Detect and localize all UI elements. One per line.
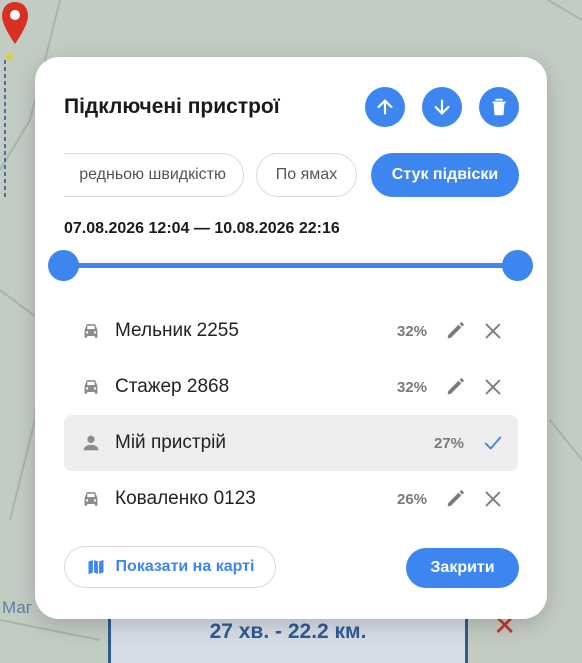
- delete-button[interactable]: [479, 87, 519, 127]
- car-icon: [84, 380, 98, 394]
- checkmark-icon: [484, 436, 502, 450]
- filter-chips[interactable]: редньою швидкістю По ямах Стук підвіски: [64, 153, 520, 199]
- connected-devices-dialog: Підключені пристрої редньою швидкістю По…: [35, 57, 547, 619]
- map-pin-icon[interactable]: [0, 0, 30, 60]
- device-percent: 32%: [397, 323, 428, 340]
- route-summary-text: 27 хв. - 22.2 км.: [209, 620, 367, 643]
- filter-chip-label: Стук підвіски: [391, 166, 499, 183]
- device-row-kovalenko[interactable]: Коваленко 0123 26%: [64, 471, 518, 527]
- filter-chip-suspension-knock[interactable]: Стук підвіски: [371, 153, 519, 197]
- pencil-icon[interactable]: [444, 376, 466, 398]
- date-range-label: 07.08.2026 12:04 — 10.08.2026 22:16: [64, 220, 340, 237]
- map-place-label: Маг: [2, 598, 33, 617]
- map-icon: [88, 559, 104, 575]
- device-name: Стажер 2868: [115, 376, 230, 397]
- range-slider-end-handle[interactable]: [501, 250, 533, 281]
- pencil-icon[interactable]: [444, 320, 466, 342]
- route-summary-box[interactable]: 27 хв. - 22.2 км.: [108, 612, 468, 663]
- device-name: Коваленко 0123: [115, 488, 256, 509]
- filter-chip-label: редньою швидкістю: [79, 166, 226, 183]
- range-slider-start-handle[interactable]: [47, 250, 79, 281]
- close-icon[interactable]: [482, 488, 504, 510]
- dialog-title: Підключені пристрої: [64, 95, 280, 118]
- car-icon: [84, 492, 98, 506]
- device-percent: 32%: [397, 379, 428, 396]
- device-name: Мельник 2255: [115, 320, 239, 341]
- filter-chip-potholes[interactable]: По ямах: [256, 153, 357, 197]
- close-icon[interactable]: [482, 376, 504, 398]
- show-on-map-label: Показати на карті: [115, 558, 255, 575]
- arrow-down-icon: [434, 99, 450, 115]
- arrow-up-icon: [377, 99, 393, 115]
- device-percent: 26%: [397, 491, 428, 508]
- device-row-my-device[interactable]: Мій пристрій 27%: [64, 415, 518, 471]
- range-slider-track[interactable]: [63, 263, 517, 268]
- car-icon: [84, 324, 98, 338]
- device-name: Мій пристрій: [115, 432, 227, 453]
- filter-chip-average-speed[interactable]: редньою швидкістю: [64, 153, 244, 197]
- person-icon: [83, 435, 99, 451]
- move-down-button[interactable]: [422, 87, 462, 127]
- filter-chip-label: По ямах: [275, 166, 338, 183]
- show-on-map-button[interactable]: Показати на карті: [64, 546, 276, 588]
- trash-icon: [492, 98, 506, 116]
- device-percent: 27%: [434, 435, 465, 452]
- device-row-stazher[interactable]: Стажер 2868 32%: [64, 359, 518, 415]
- close-button[interactable]: Закрити: [406, 548, 519, 588]
- move-up-button[interactable]: [365, 87, 405, 127]
- close-icon[interactable]: [482, 320, 504, 342]
- pencil-icon[interactable]: [444, 488, 466, 510]
- device-list: Мельник 2255 32% Стажер 2868 32% Мій при…: [64, 303, 518, 527]
- device-row-melnyk[interactable]: Мельник 2255 32%: [64, 303, 518, 359]
